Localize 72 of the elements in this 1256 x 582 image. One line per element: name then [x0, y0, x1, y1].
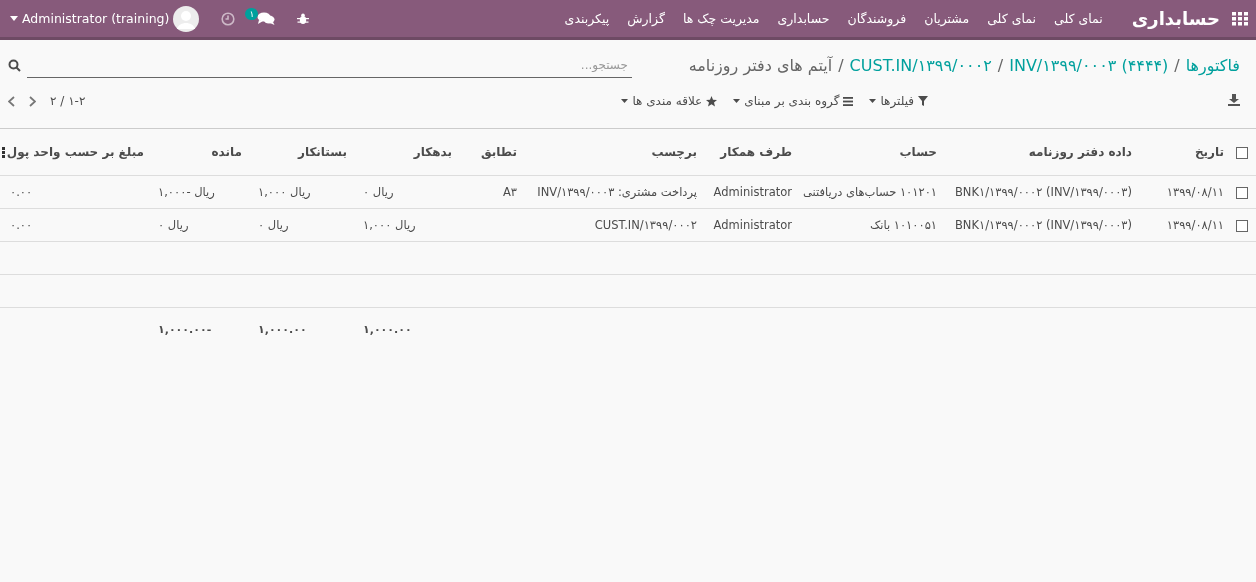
table-cell: Administrator: [713, 218, 792, 232]
favorites-button[interactable]: علاقه مندی ها: [621, 92, 718, 110]
table-cell: پرداخت مشتری: INV/۱۳۹۹/۰۰۰۳: [537, 185, 697, 199]
row-checkbox[interactable]: [1236, 219, 1248, 232]
menu-item[interactable]: نمای کلی: [1045, 11, 1112, 26]
chat-icon[interactable]: [257, 12, 276, 25]
column-total: -۱,۰۰۰.۰۰: [158, 322, 212, 336]
column-header[interactable]: بدهکار: [413, 145, 452, 159]
column-header[interactable]: تطابق: [480, 145, 517, 159]
unread-count-badge: ۱: [245, 8, 259, 20]
list-icon: [843, 96, 854, 106]
breadcrumb-separator: /: [1174, 55, 1180, 75]
breadcrumb-current: آیتم های دفتر روزنامه: [688, 55, 833, 75]
previous-icon[interactable]: [29, 95, 36, 107]
menu-item[interactable]: مشتریان: [915, 11, 979, 26]
table-cell: ریال ۱,۰۰۰: [363, 218, 416, 232]
column-options-icon[interactable]: [2, 146, 6, 158]
column-total: ۱,۰۰۰.۰۰: [363, 322, 412, 336]
column-header[interactable]: بستانکار: [297, 145, 347, 159]
user-name[interactable]: Administrator (training): [22, 11, 170, 26]
bug-icon[interactable]: [297, 12, 310, 25]
table-cell: ریال ۰: [363, 185, 394, 199]
column-header[interactable]: تاریخ: [1194, 145, 1224, 159]
breadcrumb-separator: /: [997, 55, 1004, 75]
table-cell: ریال -۱,۰۰۰: [158, 185, 215, 199]
table-cell: A۳: [502, 185, 517, 199]
filter-icon: [918, 96, 928, 106]
caret-icon: [621, 99, 629, 103]
table-cell: BNK۱/۱۳۹۹/۰۰۰۲ (INV/۱۳۹۹/۰۰۰۳): [954, 218, 1132, 232]
menu-item[interactable]: حسابداری: [768, 11, 839, 26]
search-icon[interactable]: [8, 58, 21, 72]
breadcrumb-separator: /: [838, 55, 844, 75]
table-cell: ۱۳۹۹/۰۸/۱۱: [1166, 185, 1224, 199]
column-header[interactable]: طرف همکار: [720, 145, 792, 159]
column-header[interactable]: داده دفتر روزنامه: [1028, 145, 1132, 159]
table-cell: ریال ۰: [258, 218, 289, 232]
row-checkbox[interactable]: [1236, 186, 1248, 199]
avatar-icon[interactable]: [173, 5, 200, 32]
caret-icon: [869, 99, 877, 103]
search-field[interactable]: جستجو...: [27, 52, 632, 78]
dropdown-caret-icon[interactable]: [10, 16, 18, 21]
next-icon[interactable]: [8, 95, 15, 107]
table-cell: CUST.IN/۱۳۹۹/۰۰۰۲: [594, 218, 697, 232]
table-cell: ۰.۰۰: [10, 218, 33, 232]
download-icon[interactable]: [1228, 93, 1240, 106]
column-header[interactable]: برچسب: [651, 145, 697, 159]
table-cell: ریال ۱,۰۰۰: [258, 185, 311, 199]
column-total: ۱,۰۰۰.۰۰: [258, 322, 307, 336]
group-by-button[interactable]: گروه بندی بر مبنای: [733, 92, 854, 110]
table-cell: ریال ۰: [158, 218, 189, 232]
menu-item[interactable]: فروشندگان: [838, 11, 916, 26]
star-icon: [706, 95, 718, 107]
menu-item[interactable]: نمای کلی: [978, 11, 1045, 26]
table-cell: ۰.۰۰: [10, 185, 33, 199]
app-title: حسابداری: [1131, 8, 1220, 29]
column-header[interactable]: مبلغ بر حسب واحد پول: [6, 145, 144, 159]
column-header[interactable]: مانده: [211, 145, 242, 159]
table-cell: ۱۰۱۰۰۵۱ بانک: [869, 218, 937, 232]
menu-item[interactable]: مدیریت چک ها: [673, 11, 769, 26]
table-cell: ۱۳۹۹/۰۸/۱۱: [1166, 218, 1224, 232]
apps-grid-icon[interactable]: [1232, 11, 1248, 26]
select-all-checkbox[interactable]: [1236, 146, 1248, 159]
table-cell: Administrator: [713, 185, 792, 199]
clock-icon[interactable]: [221, 11, 236, 26]
pager-value[interactable]: ۱-۲ / ۲: [50, 94, 86, 108]
menu-item[interactable]: پیکربندی: [555, 11, 619, 26]
column-header[interactable]: حساب: [899, 145, 937, 159]
table-cell: BNK۱/۱۳۹۹/۰۰۰۲ (INV/۱۳۹۹/۰۰۰۳): [954, 185, 1132, 199]
menu-item[interactable]: گزارش: [618, 11, 674, 26]
table-cell: ۱۰۱۲۰۱ حساب‌های دریافتنی: [802, 185, 937, 199]
filters-button[interactable]: فیلترها: [869, 92, 928, 110]
caret-icon: [733, 99, 741, 103]
